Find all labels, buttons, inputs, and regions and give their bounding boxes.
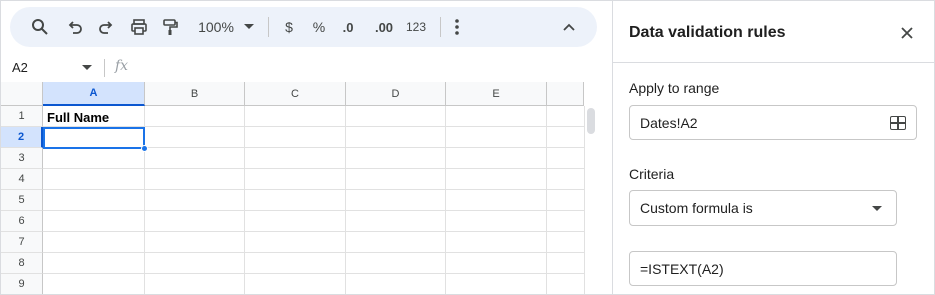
grid-line [43, 252, 584, 253]
formula-bar-divider [104, 59, 105, 77]
row-header-3[interactable]: 3 [1, 148, 43, 169]
row-header-2[interactable]: 2 [1, 127, 43, 148]
grid-select-icon[interactable] [890, 116, 906, 130]
grid-line [244, 106, 245, 294]
grid-line [43, 168, 584, 169]
selected-cell-a2[interactable] [43, 127, 145, 149]
data-validation-panel: Data validation rules Apply to range Dat… [612, 1, 934, 294]
column-header-a[interactable]: A [43, 82, 145, 106]
formula-input[interactable]: =ISTEXT(A2) [629, 251, 897, 286]
grid-line [43, 189, 584, 190]
range-input[interactable]: Dates!A2 [629, 105, 917, 140]
redo-icon[interactable] [94, 15, 118, 39]
row-header-8[interactable]: 8 [1, 253, 43, 274]
currency-format-button[interactable]: $ [277, 15, 301, 39]
cell-a1[interactable]: Full Name [47, 110, 109, 125]
scrollbar-thumb[interactable] [587, 108, 595, 134]
row-header-7[interactable]: 7 [1, 232, 43, 253]
row-header-5[interactable]: 5 [1, 190, 43, 211]
chevron-up-icon[interactable] [557, 15, 581, 39]
row-header-9[interactable]: 9 [1, 274, 43, 294]
chevron-down-icon[interactable] [240, 15, 258, 39]
print-icon[interactable] [127, 15, 151, 39]
increase-decimal-button[interactable]: .00 [370, 15, 398, 39]
column-header-d[interactable]: D [346, 82, 446, 106]
name-box[interactable]: A2 [12, 60, 28, 75]
more-vert-icon[interactable] [445, 15, 469, 39]
chevron-down-icon[interactable] [872, 206, 882, 211]
grid-line [445, 106, 446, 294]
fill-handle[interactable] [141, 145, 148, 152]
toolbar-divider [440, 17, 441, 37]
row-header-1[interactable]: 1 [1, 106, 43, 127]
criteria-label: Criteria [629, 166, 675, 182]
row-header-4[interactable]: 4 [1, 169, 43, 190]
grid-line [43, 273, 584, 274]
range-input-value: Dates!A2 [640, 114, 698, 131]
criteria-dropdown[interactable]: Custom formula is [629, 190, 897, 226]
app-window: 100% $ % .0 .00 123 A2 fx A B C D E 1 2 [0, 0, 935, 295]
grid-line [345, 106, 346, 294]
column-header-e[interactable]: E [446, 82, 547, 106]
column-header-c[interactable]: C [245, 82, 346, 106]
panel-divider [613, 62, 934, 63]
column-header-f[interactable] [547, 82, 584, 106]
close-icon[interactable] [897, 23, 917, 43]
column-header-b[interactable]: B [145, 82, 245, 106]
select-all-corner[interactable] [1, 82, 43, 106]
paint-format-icon[interactable] [158, 15, 182, 39]
decrease-decimal-button[interactable]: .0 [336, 15, 360, 39]
criteria-dropdown-value: Custom formula is [640, 200, 753, 216]
zoom-select[interactable]: 100% [194, 15, 238, 39]
grid-line [43, 210, 584, 211]
number-format-button[interactable]: 123 [402, 15, 430, 39]
search-icon[interactable] [28, 15, 52, 39]
panel-title: Data validation rules [629, 24, 786, 41]
spreadsheet-grid: A B C D E 1 2 3 4 5 6 7 8 9 Full Name [1, 82, 597, 294]
apply-range-label: Apply to range [629, 80, 720, 96]
vertical-scrollbar[interactable] [584, 106, 597, 294]
formula-bar: A2 fx [1, 54, 597, 82]
percent-format-button[interactable]: % [307, 15, 331, 39]
chevron-down-icon[interactable] [82, 65, 92, 70]
toolbar: 100% $ % .0 .00 123 [10, 7, 597, 47]
grid-line [43, 231, 584, 232]
fx-icon: fx [115, 58, 129, 74]
undo-icon[interactable] [63, 15, 87, 39]
row-header-6[interactable]: 6 [1, 211, 43, 232]
toolbar-divider [268, 17, 269, 37]
grid-line [546, 106, 547, 294]
formula-input-value: =ISTEXT(A2) [640, 260, 724, 277]
